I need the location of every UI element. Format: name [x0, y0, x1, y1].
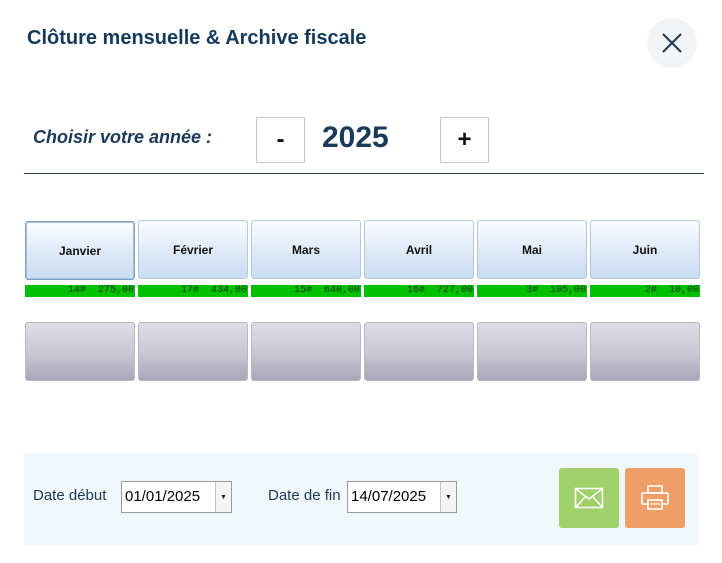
month-total-mai: 3# 105,00: [477, 285, 588, 297]
dialog-title: Clôture mensuelle & Archive fiscale: [27, 27, 367, 49]
year-label: Choisir votre année :: [33, 127, 213, 147]
month-button-septembre: Septembre: [251, 322, 361, 381]
year-increment-button[interactable]: +: [440, 117, 489, 163]
start-date-value: 01/01/2025: [125, 488, 201, 505]
month-button-octobre: Octobre: [364, 322, 474, 381]
end-date-select[interactable]: 14/07/2025 ▼: [347, 481, 457, 513]
month-total-avril: 16# 727,00: [364, 285, 475, 297]
month-total-janvier: 14# 275,00: [25, 285, 136, 297]
month-button-juillet: Juillet: [25, 322, 135, 381]
email-button[interactable]: [559, 468, 619, 528]
chevron-down-icon[interactable]: ▼: [440, 482, 456, 512]
month-button-janvier[interactable]: Janvier: [25, 221, 135, 280]
month-button-mai[interactable]: Mai: [477, 220, 587, 279]
close-button[interactable]: [647, 18, 697, 68]
month-button-mars[interactable]: Mars: [251, 220, 361, 279]
month-total-mars: 15# 640,00: [251, 285, 362, 297]
month-button-decembre: Décembre: [590, 322, 700, 381]
divider: [24, 173, 704, 174]
month-total-juin: 2# 10,00: [590, 285, 701, 297]
month-button-novembre: Novembre: [477, 322, 587, 381]
start-date-label: Date début: [33, 487, 107, 504]
month-button-juin[interactable]: Juin: [590, 220, 700, 279]
month-button-avril[interactable]: Avril: [364, 220, 474, 279]
end-date-value: 14/07/2025: [351, 488, 427, 505]
print-button[interactable]: [625, 468, 685, 528]
end-date-label: Date de fin: [268, 487, 341, 504]
year-decrement-button[interactable]: -: [256, 117, 305, 163]
month-button-aout: Août: [138, 322, 248, 381]
close-icon: [662, 33, 682, 53]
month-total-fevrier: 17# 434,00: [138, 285, 249, 297]
month-button-fevrier[interactable]: Février: [138, 220, 248, 279]
printer-icon: [641, 485, 669, 510]
start-date-select[interactable]: 01/01/2025 ▼: [121, 481, 232, 513]
year-value: 2025: [322, 121, 389, 154]
email-icon: [574, 487, 604, 509]
chevron-down-icon[interactable]: ▼: [215, 482, 231, 512]
